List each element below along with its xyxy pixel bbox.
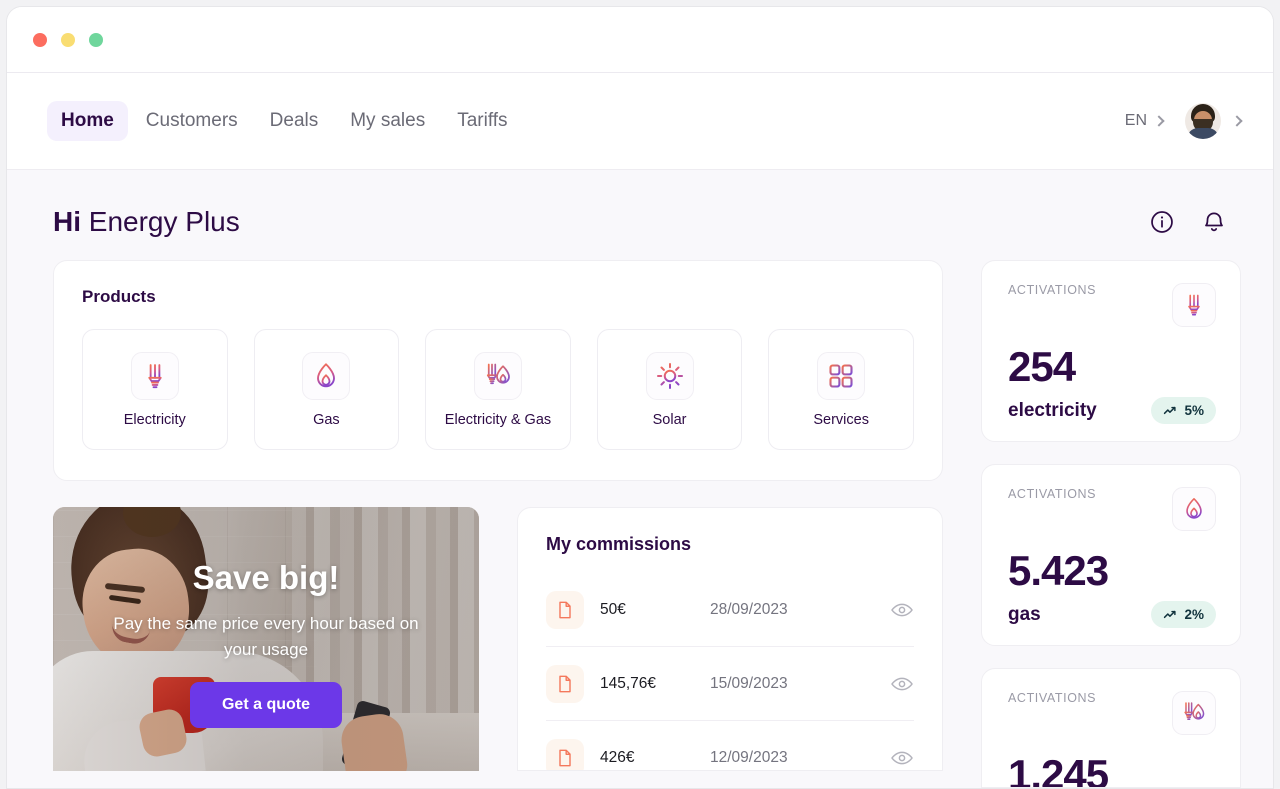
product-label: Services	[813, 412, 869, 428]
flame-icon	[302, 352, 350, 400]
badge-value: 5%	[1184, 403, 1204, 418]
commission-date: 15/09/2023	[710, 675, 788, 693]
activations-card-gas: ACTIVATIONS 5.423 gas	[981, 464, 1241, 646]
product-tile-electricity-gas[interactable]: Electricity & Gas	[425, 329, 571, 450]
product-tile-solar[interactable]: Solar	[597, 329, 743, 450]
bulb-flame-icon	[474, 352, 522, 400]
greeting-row: Hi Energy Plus	[53, 170, 1227, 260]
right-column: ACTIVATIONS 254 electricity	[981, 260, 1241, 789]
promo-subtitle: Pay the same price every hour based on y…	[96, 611, 436, 662]
activations-card-electricity-gas: ACTIVATIONS 1.245	[981, 668, 1241, 788]
product-label: Gas	[313, 412, 340, 428]
greeting-prefix: Hi	[53, 206, 81, 237]
title-bar	[7, 7, 1273, 73]
document-icon	[546, 591, 584, 629]
product-label: Solar	[653, 412, 687, 428]
commission-amount: 50€	[600, 601, 710, 619]
activations-value: 1.245	[1008, 751, 1216, 788]
activations-unit: electricity	[1008, 400, 1097, 422]
user-menu[interactable]	[1185, 103, 1241, 139]
status-badge: 2%	[1151, 601, 1216, 628]
eye-icon[interactable]	[890, 746, 914, 770]
products-title: Products	[82, 287, 914, 307]
close-window-button[interactable]	[33, 33, 47, 47]
commission-row[interactable]: 426€ 12/09/2023	[546, 721, 914, 771]
app-window: Home Customers Deals My sales Tariffs EN	[6, 6, 1274, 789]
activations-label: ACTIVATIONS	[1008, 487, 1096, 501]
notifications-bell-icon[interactable]	[1201, 209, 1227, 235]
page-content: Hi Energy Plus	[7, 170, 1273, 789]
commission-date: 28/09/2023	[710, 601, 788, 619]
main-navbar: Home Customers Deals My sales Tariffs EN	[7, 73, 1273, 170]
sun-icon	[646, 352, 694, 400]
get-a-quote-button[interactable]: Get a quote	[190, 682, 342, 728]
commissions-card: My commissions 50€ 28/09/2023	[517, 507, 943, 771]
product-tile-electricity[interactable]: Electricity	[82, 329, 228, 450]
status-badge: 5%	[1151, 397, 1216, 424]
maximize-window-button[interactable]	[89, 33, 103, 47]
commission-date: 12/09/2023	[710, 749, 788, 767]
activations-value: 5.423	[1008, 547, 1216, 595]
flame-icon	[1172, 487, 1216, 531]
content-columns: Products Electricity	[53, 260, 1227, 789]
document-icon	[546, 739, 584, 771]
navbar-right: EN	[1125, 103, 1241, 139]
bulb-icon	[1172, 283, 1216, 327]
left-column: Products Electricity	[53, 260, 943, 771]
grid-icon	[817, 352, 865, 400]
avatar	[1185, 103, 1221, 139]
promo-banner-content: Save big! Pay the same price every hour …	[53, 507, 479, 771]
product-tile-gas[interactable]: Gas	[254, 329, 400, 450]
bulb-flame-icon	[1172, 691, 1216, 735]
page-title: Hi Energy Plus	[53, 206, 240, 238]
language-selector[interactable]: EN	[1125, 112, 1163, 130]
nav-items: Home Customers Deals My sales Tariffs	[47, 101, 522, 141]
chevron-right-icon	[1231, 115, 1242, 126]
product-label: Electricity & Gas	[445, 412, 551, 428]
products-card: Products Electricity	[53, 260, 943, 481]
product-label: Electricity	[124, 412, 186, 428]
chevron-right-icon	[1153, 115, 1164, 126]
commission-row[interactable]: 145,76€ 15/09/2023	[546, 647, 914, 721]
commissions-title: My commissions	[546, 534, 914, 555]
nav-item-customers[interactable]: Customers	[132, 101, 252, 141]
commission-amount: 426€	[600, 749, 710, 767]
eye-icon[interactable]	[890, 672, 914, 696]
activations-card-electricity: ACTIVATIONS 254 electricity	[981, 260, 1241, 442]
commission-amount: 145,76€	[600, 675, 710, 693]
eye-icon[interactable]	[890, 598, 914, 622]
activations-unit: gas	[1008, 604, 1041, 626]
commission-row[interactable]: 50€ 28/09/2023	[546, 573, 914, 647]
language-label: EN	[1125, 112, 1147, 130]
trend-up-icon	[1163, 607, 1178, 622]
minimize-window-button[interactable]	[61, 33, 75, 47]
account-name: Energy Plus	[89, 206, 240, 237]
header-actions	[1149, 209, 1227, 235]
badge-value: 2%	[1184, 607, 1204, 622]
activations-value: 254	[1008, 343, 1216, 391]
traffic-lights	[33, 33, 103, 47]
nav-item-deals[interactable]: Deals	[256, 101, 333, 141]
document-icon	[546, 665, 584, 703]
nav-item-tariffs[interactable]: Tariffs	[443, 101, 521, 141]
nav-item-my-sales[interactable]: My sales	[336, 101, 439, 141]
activations-label: ACTIVATIONS	[1008, 691, 1096, 705]
promo-banner: Save big! Pay the same price every hour …	[53, 507, 479, 771]
lower-row: Save big! Pay the same price every hour …	[53, 507, 943, 771]
products-grid: Electricity Gas	[82, 329, 914, 450]
info-icon[interactable]	[1149, 209, 1175, 235]
trend-up-icon	[1163, 403, 1178, 418]
activations-label: ACTIVATIONS	[1008, 283, 1096, 297]
nav-item-home[interactable]: Home	[47, 101, 128, 141]
promo-title: Save big!	[193, 559, 340, 597]
product-tile-services[interactable]: Services	[768, 329, 914, 450]
bulb-icon	[131, 352, 179, 400]
